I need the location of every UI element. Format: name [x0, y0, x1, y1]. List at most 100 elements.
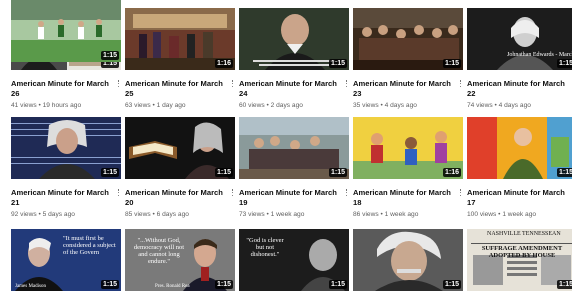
more-options-icon[interactable] — [117, 80, 120, 89]
view-count: 73 views — [239, 211, 265, 218]
video-thumbnail[interactable]: 1:15 — [11, 117, 121, 179]
video-card[interactable]: 1:15 American Minute for March 19 73 views… — [239, 117, 349, 219]
video-title[interactable]: American Minute for March 21 — [11, 188, 113, 208]
video-thumbnail[interactable]: 1:16 — [353, 117, 463, 179]
thumbnail-caption: James Madison — [15, 284, 46, 289]
video-duration: 1:15 — [328, 168, 347, 177]
video-meta: 85 views • 6 days ago — [125, 211, 235, 219]
upload-age: 1 week ago — [270, 211, 305, 218]
video-card[interactable]: 1:15 American Minute for March 23 35 views… — [353, 8, 463, 110]
more-options-icon[interactable] — [231, 189, 234, 198]
more-options-icon[interactable] — [345, 80, 348, 89]
video-duration: 1:15 — [214, 168, 233, 177]
video-thumbnail[interactable]: 1:15 — [467, 117, 572, 179]
video-duration: 1:15 — [214, 280, 233, 289]
video-thumbnail[interactable]: "It must first be considered a subject o… — [11, 229, 121, 291]
video-duration: 1:15 — [100, 168, 119, 177]
more-options-icon[interactable] — [231, 80, 234, 89]
video-card[interactable]: 1:15 American Minute for March 24 60 views… — [239, 8, 349, 110]
more-options-icon[interactable] — [459, 80, 462, 89]
video-thumbnail[interactable]: SUFFRAGE AMENDMENT ADOPTED BY HOUSE NASHV… — [467, 229, 572, 291]
video-meta: 74 views • 4 days ago — [467, 102, 572, 110]
upload-age: 2 days ago — [270, 102, 303, 109]
video-card[interactable]: SUFFRAGE AMENDMENT ADOPTED BY HOUSE NASHV… — [467, 229, 572, 291]
video-duration: 1:15 — [328, 59, 347, 68]
video-title[interactable]: American Minute for March 20 — [125, 188, 227, 208]
video-title[interactable]: American Minute for March 19 — [239, 188, 341, 208]
video-card[interactable]: "...Without God, democracy will not and … — [125, 229, 235, 291]
video-title[interactable]: American Minute for March 25 — [125, 79, 227, 99]
more-options-icon[interactable] — [345, 189, 348, 198]
video-meta: 35 views • 4 days ago — [353, 102, 463, 110]
thumbnail-text: Johnathan Edwards - March — [507, 52, 572, 58]
video-meta: 92 views • 5 days ago — [11, 211, 121, 219]
video-duration: 1:15 — [100, 280, 119, 289]
upload-age: 1 week ago — [384, 211, 419, 218]
video-title[interactable]: American Minute for March 23 — [353, 79, 455, 99]
video-title[interactable]: American Minute for March 26 — [11, 79, 113, 99]
video-duration: 1:16 — [442, 168, 461, 177]
view-count: 63 views — [125, 102, 151, 109]
video-card[interactable]: "It must first be considered a subject o… — [11, 229, 121, 291]
video-card[interactable]: 1:15 — [11, 0, 121, 62]
video-thumbnail[interactable]: "...Without God, democracy will not and … — [125, 229, 235, 291]
view-count: 60 views — [239, 102, 265, 109]
view-count: 92 views — [11, 211, 37, 218]
view-count: 41 views — [11, 102, 37, 109]
more-options-icon[interactable] — [459, 189, 462, 198]
upload-age: 19 hours ago — [42, 102, 82, 109]
video-card[interactable]: 1:15 American Minute for March 21 92 views… — [11, 117, 121, 219]
video-title[interactable]: American Minute for March 22 — [467, 79, 569, 99]
video-card[interactable]: "God is clever but not dishonest." 1:15 — [239, 229, 349, 291]
video-title[interactable]: American Minute for March 24 — [239, 79, 341, 99]
thumbnail-text: "It must first be considered a subject o… — [63, 235, 116, 256]
video-card[interactable]: 1:16 American Minute for March 18 86 views… — [353, 117, 463, 219]
video-title[interactable]: American Minute for March 18 — [353, 188, 455, 208]
view-count: 100 views — [467, 211, 497, 218]
video-duration: 1:15 — [556, 168, 572, 177]
video-meta: 86 views • 1 week ago — [353, 211, 463, 219]
video-thumbnail[interactable]: 1:15 — [11, 0, 121, 62]
video-thumbnail[interactable]: 1:15 — [353, 229, 463, 291]
video-card[interactable]: 1:15 American Minute for March 20 85 views… — [125, 117, 235, 219]
view-count: 85 views — [125, 211, 151, 218]
upload-age: 4 days ago — [498, 102, 531, 109]
video-thumbnail[interactable]: Johnathan Edwards - March 1:15 — [467, 8, 572, 70]
video-thumbnail[interactable]: 1:15 — [239, 8, 349, 70]
upload-age: 5 days ago — [42, 211, 75, 218]
video-card[interactable]: 1:16 American Minute for March 25 63 views… — [125, 8, 235, 110]
video-meta: 100 views • 1 week ago — [467, 211, 572, 219]
view-count: 35 views — [353, 102, 379, 109]
video-duration: 1:15 — [556, 280, 572, 289]
video-card[interactable]: Johnathan Edwards - March 1:15 American Mi… — [467, 8, 572, 110]
video-duration: 1:15 — [100, 51, 119, 60]
video-card[interactable]: 1:15 — [353, 229, 463, 291]
video-card[interactable]: 1:15 American Minute for March 17 100 view… — [467, 117, 572, 219]
upload-age: 1 week ago — [502, 211, 537, 218]
video-title[interactable]: American Minute for March 17 — [467, 188, 569, 208]
video-thumbnail[interactable]: "God is clever but not dishonest." 1:15 — [239, 229, 349, 291]
video-meta: 63 views • 1 day ago — [125, 102, 235, 110]
video-thumbnail[interactable]: 1:15 — [239, 117, 349, 179]
video-meta: 41 views • 19 hours ago — [11, 102, 121, 110]
video-duration: 1:15 — [442, 59, 461, 68]
upload-age: 4 days ago — [384, 102, 417, 109]
video-duration: 1:16 — [214, 59, 233, 68]
thumbnail-text: "God is clever but not dishonest." — [246, 237, 284, 258]
upload-age: 6 days ago — [156, 211, 189, 218]
thumbnail-text: "...Without God, democracy will not and … — [133, 237, 185, 265]
video-meta: 73 views • 1 week ago — [239, 211, 349, 219]
video-grid: 1:15 American Minute for March 26 41 views… — [0, 0, 572, 291]
thumbnail-caption: Pres. Ronald Rea — [155, 284, 190, 289]
upload-age: 1 day ago — [156, 102, 186, 109]
thumbnail-caption: NASHVILLE TENNESSEAN — [487, 231, 561, 237]
video-thumbnail[interactable]: 1:16 — [125, 8, 235, 70]
more-options-icon[interactable] — [117, 189, 120, 198]
view-count: 74 views — [467, 102, 493, 109]
video-thumbnail[interactable]: 1:15 — [353, 8, 463, 70]
view-count: 86 views — [353, 211, 379, 218]
thumbnail-text: SUFFRAGE AMENDMENT ADOPTED BY HOUSE — [481, 245, 563, 259]
video-duration: 1:15 — [556, 59, 572, 68]
video-thumbnail[interactable]: 1:15 — [125, 117, 235, 179]
video-meta: 60 views • 2 days ago — [239, 102, 349, 110]
